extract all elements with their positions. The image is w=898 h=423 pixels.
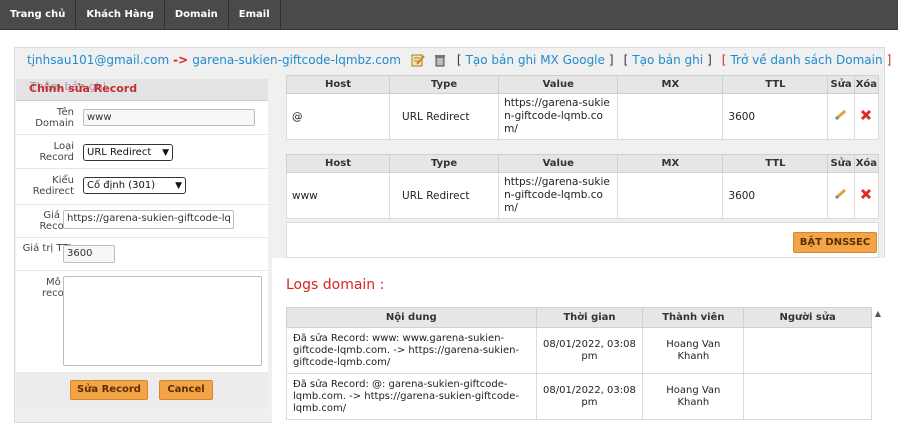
nav-item-customers[interactable]: Khách Hàng <box>76 0 165 29</box>
col-ttl: TTL <box>722 154 829 173</box>
nav-item-email[interactable]: Email <box>229 0 281 29</box>
log-content: Đã sửa Record: @: garena-sukien-giftcode… <box>286 373 537 420</box>
log-member: Hoang Van Khanh <box>642 327 745 374</box>
col-delete: Xóa <box>853 154 880 173</box>
save-record-button[interactable]: Sửa Record <box>70 380 148 400</box>
edit-note-icon[interactable] <box>411 53 425 67</box>
top-nav: Trang chủ Khách Hàng Domain Email <box>0 0 898 30</box>
breadcrumb-email[interactable]: tjnhsau101@gmail.com <box>27 53 169 67</box>
col-content: Nội dung <box>286 307 537 328</box>
breadcrumb: tjnhsau101@gmail.com -> garena-sukien-gi… <box>27 53 891 67</box>
edit-cell <box>827 172 855 219</box>
domain-field[interactable]: www <box>83 109 255 126</box>
table-row: @ URL Redirect https://garena-sukien-gif… <box>285 93 880 140</box>
dnssec-bar <box>286 222 879 258</box>
col-editor: Người sửa <box>743 307 872 328</box>
col-host: Host <box>285 75 391 94</box>
bracket-open-3: [ <box>721 53 727 67</box>
delete-cell <box>853 172 880 219</box>
record-type-value: URL Redirect <box>87 147 152 158</box>
log-editor <box>743 373 872 420</box>
enable-dnssec-button[interactable]: BẬT DNSSEC <box>793 232 877 253</box>
edit-cell <box>827 93 855 140</box>
logs-title: Logs domain : <box>286 277 385 293</box>
pencil-icon[interactable] <box>834 188 848 203</box>
col-host: Host <box>285 154 391 173</box>
label-redirect: Kiểu Redirect <box>32 175 74 197</box>
ttl-field[interactable]: 3600 <box>63 245 115 263</box>
bracket-close-3: ] <box>886 53 892 67</box>
log-time: 08/01/2022, 03:08 pm <box>535 327 644 374</box>
col-ttl: TTL <box>722 75 829 94</box>
delete-x-icon[interactable] <box>860 188 872 203</box>
log-content: Đã sửa Record: www: www.garena-sukien-gi… <box>286 327 537 374</box>
log-time: 08/01/2022, 03:08 pm <box>535 373 644 420</box>
col-value: Value <box>498 154 619 173</box>
cell-host: www <box>285 172 391 219</box>
chevron-down-icon: ▼ <box>175 180 182 191</box>
cell-value: https://garena-sukien-giftcode-lqmb.com/ <box>498 93 619 140</box>
label-domain: Tên Domain <box>35 107 74 129</box>
description-textarea[interactable] <box>63 276 262 366</box>
table-header-row: Host Type Value MX TTL Sửa Xóa <box>285 75 880 94</box>
table-row: Đã sửa Record: @: garena-sukien-giftcode… <box>286 373 872 420</box>
col-mx: MX <box>617 75 724 94</box>
delete-x-icon[interactable] <box>860 109 872 124</box>
cell-host: @ <box>285 93 391 140</box>
table-row: www URL Redirect https://garena-sukien-g… <box>285 172 880 219</box>
cell-type: URL Redirect <box>389 93 500 140</box>
col-type: Type <box>389 75 500 94</box>
bracket-open-2: [ <box>623 53 629 67</box>
trash-icon[interactable] <box>433 53 447 67</box>
bracket-close-1: ] <box>608 53 614 67</box>
table-header-row: Nội dung Thời gian Thành viên Người sửa <box>286 307 872 328</box>
create-record-link[interactable]: Tạo bản ghi <box>632 53 703 67</box>
back-to-domain-list-link[interactable]: Trở về danh sách Domain <box>730 53 882 67</box>
pencil-icon[interactable] <box>834 109 848 124</box>
create-mx-google-link[interactable]: Tạo bản ghi MX Google <box>466 53 605 67</box>
cell-ttl: 3600 <box>722 93 829 140</box>
scroll-up-arrow-icon[interactable]: ▲ <box>873 309 883 319</box>
cell-value: https://garena-sukien-giftcode-lqmb.com/ <box>498 172 619 219</box>
col-delete: Xóa <box>853 75 880 94</box>
record-value-field[interactable]: https://garena-sukien-giftcode-lq <box>63 210 234 229</box>
nav-item-home[interactable]: Trang chủ <box>0 0 77 29</box>
log-member: Hoang Van Khanh <box>642 373 745 420</box>
chevron-down-icon: ▼ <box>162 147 169 158</box>
record-type-select[interactable]: URL Redirect ▼ <box>83 144 173 161</box>
table-row: Đã sửa Record: www: www.garena-sukien-gi… <box>286 327 872 374</box>
redirect-type-value: Cố định (301) <box>87 180 156 191</box>
nav-item-domain[interactable]: Domain <box>165 0 229 29</box>
col-edit: Sửa <box>827 75 855 94</box>
table-header-row: Host Type Value MX TTL Sửa Xóa <box>285 154 880 173</box>
col-mx: MX <box>617 154 724 173</box>
col-time: Thời gian <box>535 307 644 328</box>
col-type: Type <box>389 154 500 173</box>
bracket-open-1: [ <box>456 53 462 67</box>
breadcrumb-arrow: -> <box>173 53 189 67</box>
cancel-button[interactable]: Cancel <box>159 380 213 400</box>
label-type: Loại Record <box>39 141 74 163</box>
records-table-1: Host Type Value MX TTL Sửa Xóa @ URL Red… <box>285 75 880 140</box>
log-editor <box>743 327 872 374</box>
cell-mx <box>617 172 724 219</box>
cell-type: URL Redirect <box>389 172 500 219</box>
records-table-2: Host Type Value MX TTL Sửa Xóa www URL R… <box>285 154 880 219</box>
col-edit: Sửa <box>827 154 855 173</box>
form-title: Chỉnh sửa Record <box>29 82 138 95</box>
delete-cell <box>853 93 880 140</box>
breadcrumb-domain[interactable]: garena-sukien-giftcode-lqmbz.com <box>192 53 401 67</box>
logs-table: Nội dung Thời gian Thành viên Người sửa … <box>286 307 872 420</box>
col-value: Value <box>498 75 619 94</box>
redirect-type-select[interactable]: Cố định (301) ▼ <box>83 177 186 194</box>
cell-mx <box>617 93 724 140</box>
bracket-close-2: ] <box>707 53 712 67</box>
col-member: Thành viên <box>642 307 745 328</box>
cell-ttl: 3600 <box>722 172 829 219</box>
